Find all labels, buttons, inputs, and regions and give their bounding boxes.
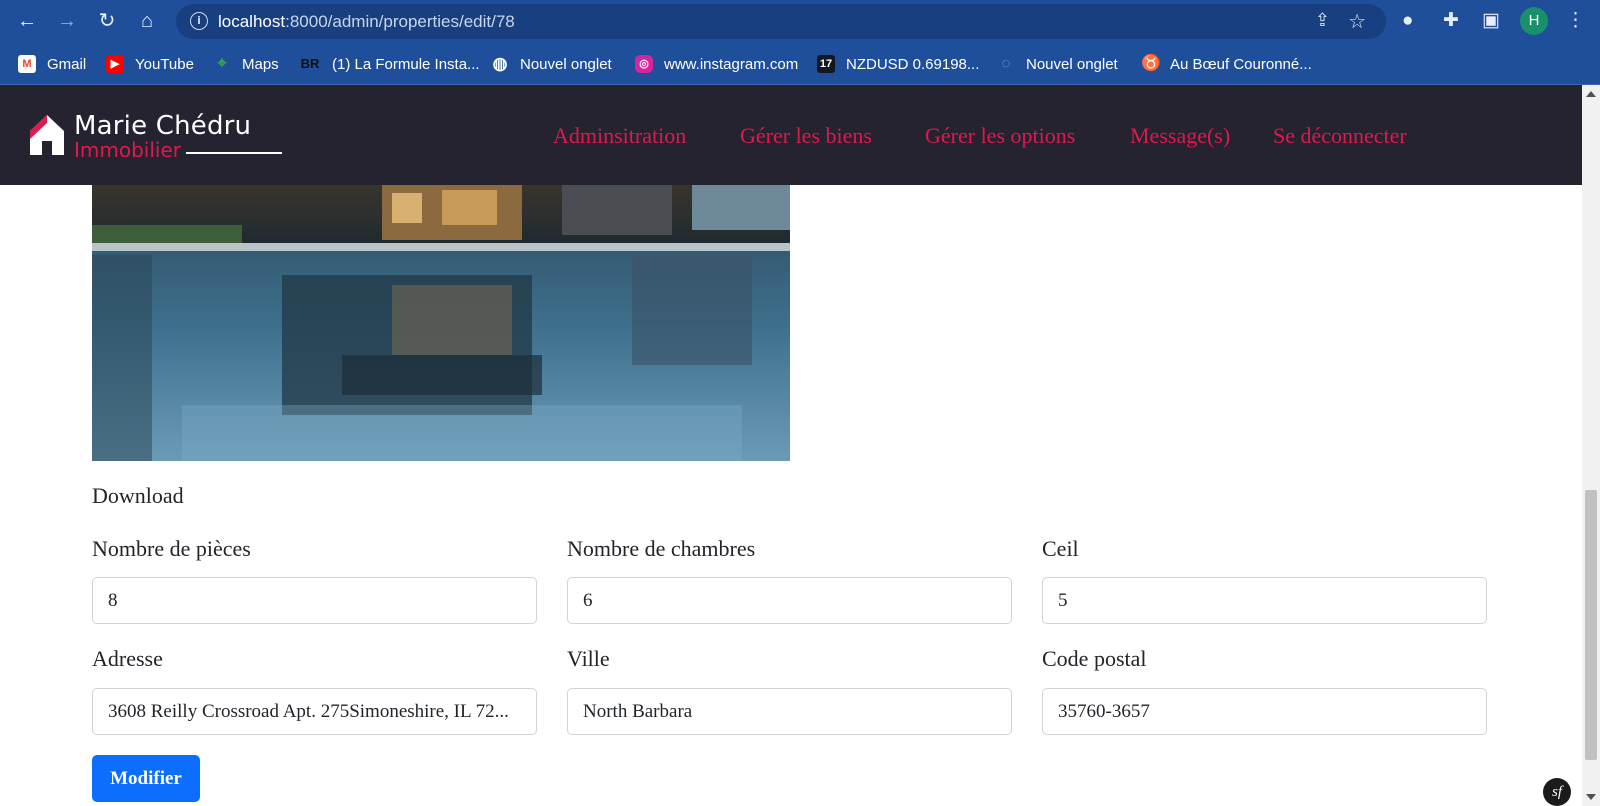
site-info-icon[interactable]: i xyxy=(190,12,208,30)
scroll-up-arrow-icon[interactable] xyxy=(1586,91,1596,97)
bedrooms-input[interactable]: 6 xyxy=(567,577,1012,624)
bookmark-star-icon[interactable]: ☆ xyxy=(1348,9,1366,34)
bookmark-label: Gmail xyxy=(47,55,87,73)
city-input[interactable]: North Barbara xyxy=(567,688,1012,735)
floor-input[interactable]: 5 xyxy=(1042,577,1487,624)
instagram-icon: ◎ xyxy=(635,55,653,73)
pool-house-image xyxy=(92,185,790,461)
gmail-icon: M xyxy=(18,55,36,73)
bookmark-label: Maps xyxy=(242,55,279,73)
brand-subtitle: Immobilier xyxy=(74,138,181,162)
bookmark-label: www.instagram.com xyxy=(664,55,799,73)
profile-avatar[interactable]: H xyxy=(1520,7,1548,35)
bookmark-label: NZDUSD 0.69198... xyxy=(846,55,980,73)
browser-toolbar: ← → ↻ ⌂ i localhost:8000/admin/propertie… xyxy=(0,0,1600,43)
address-input[interactable]: 3608 Reilly Crossroad Apt. 275Simoneshir… xyxy=(92,688,537,735)
nav-logout[interactable]: Se déconnecter xyxy=(1273,123,1407,149)
brand-name: Marie Chédru xyxy=(74,111,252,141)
house-logo-icon xyxy=(30,115,64,155)
modify-button[interactable]: Modifier xyxy=(92,755,200,802)
share-icon[interactable]: ⇪ xyxy=(1315,10,1330,31)
bull-logo-icon: ♉ xyxy=(1141,55,1161,72)
bookmark-label: YouTube xyxy=(135,55,194,73)
download-link[interactable]: Download xyxy=(92,483,184,509)
tradingview-icon: 17 xyxy=(817,55,835,73)
nav-manage-options[interactable]: Gérer les options xyxy=(925,123,1075,149)
scroll-thumb[interactable] xyxy=(1585,490,1597,760)
rooms-label: Nombre de pièces xyxy=(92,536,251,561)
bookmark-gmail[interactable]: M Gmail xyxy=(18,53,86,75)
main-menu: Gérer les options xyxy=(925,123,1075,149)
side-panel-icon[interactable]: ▣ xyxy=(1482,9,1500,33)
floor-label: Ceil xyxy=(1042,536,1079,561)
forward-arrow-icon[interactable]: → xyxy=(54,8,80,34)
extension-orbs-icon[interactable]: ● xyxy=(1402,9,1413,33)
address-label: Adresse xyxy=(92,646,163,671)
brand-underline xyxy=(186,152,282,154)
bookmark-maps[interactable]: ⌖ Maps xyxy=(213,53,279,75)
bookmarks-bar: M Gmail ▶ YouTube ⌖ Maps BR (1) La Formu… xyxy=(0,43,1600,85)
bookmark-label: (1) La Formule Insta... xyxy=(332,55,480,73)
site-logo[interactable]: Marie Chédru Immobilier xyxy=(26,111,282,167)
bookmark-nouvel-onglet-1[interactable]: ◍ Nouvel onglet xyxy=(491,53,612,75)
bedrooms-label: Nombre de chambres xyxy=(567,536,756,561)
extensions-puzzle-icon[interactable]: ✚ xyxy=(1443,9,1459,33)
bookmark-label: Nouvel onglet xyxy=(1026,55,1118,73)
city-label: Ville xyxy=(567,646,610,671)
main-menu: Se déconnecter xyxy=(1273,123,1407,149)
globe-icon: ◍ xyxy=(492,54,508,73)
address-bar[interactable]: i localhost:8000/admin/properties/edit/7… xyxy=(176,4,1386,39)
site-navbar: Marie Chédru Immobilier Adminsitration G… xyxy=(0,85,1582,185)
back-arrow-icon[interactable]: ← xyxy=(14,8,40,34)
main-menu: Adminsitration xyxy=(553,123,686,149)
nav-administration[interactable]: Adminsitration xyxy=(553,123,686,149)
bookmark-instagram[interactable]: ◎ www.instagram.com xyxy=(635,53,798,75)
bookmark-formule[interactable]: BR (1) La Formule Insta... xyxy=(299,53,480,75)
bookmark-label: Au Bœuf Couronné... xyxy=(1170,55,1312,73)
scroll-down-arrow-icon[interactable] xyxy=(1586,794,1596,800)
bookmark-label: Nouvel onglet xyxy=(520,55,612,73)
symfony-toolbar-icon[interactable]: sf xyxy=(1543,778,1571,806)
loading-globe-icon: ◌ xyxy=(1001,55,1011,72)
br-logo-icon: BR xyxy=(299,55,321,73)
nav-messages[interactable]: Message(s) xyxy=(1130,123,1230,149)
maps-pin-icon: ⌖ xyxy=(217,55,227,72)
main-menu: Gérer les biens xyxy=(740,123,872,149)
property-photo xyxy=(92,185,790,461)
nav-manage-properties[interactable]: Gérer les biens xyxy=(740,123,872,149)
home-icon[interactable]: ⌂ xyxy=(134,8,160,34)
postal-code-label: Code postal xyxy=(1042,646,1147,671)
postal-code-input[interactable]: 35760-3657 xyxy=(1042,688,1487,735)
bookmark-nouvel-onglet-2[interactable]: ◌ Nouvel onglet xyxy=(997,53,1118,75)
bookmark-nzdusd[interactable]: 17 NZDUSD 0.69198... xyxy=(817,53,979,75)
bookmark-boeuf-couronne[interactable]: ♉ Au Bœuf Couronné... xyxy=(1141,53,1312,75)
browser-menu-icon[interactable]: ⋮ xyxy=(1566,9,1585,33)
bookmark-youtube[interactable]: ▶ YouTube xyxy=(106,53,194,75)
url-text[interactable]: localhost:8000/admin/properties/edit/78 xyxy=(218,12,515,32)
page-scrollbar[interactable] xyxy=(1582,85,1600,806)
youtube-icon: ▶ xyxy=(106,55,124,73)
reload-icon[interactable]: ↻ xyxy=(94,8,120,34)
main-menu: Message(s) xyxy=(1130,123,1230,149)
rooms-input[interactable]: 8 xyxy=(92,577,537,624)
